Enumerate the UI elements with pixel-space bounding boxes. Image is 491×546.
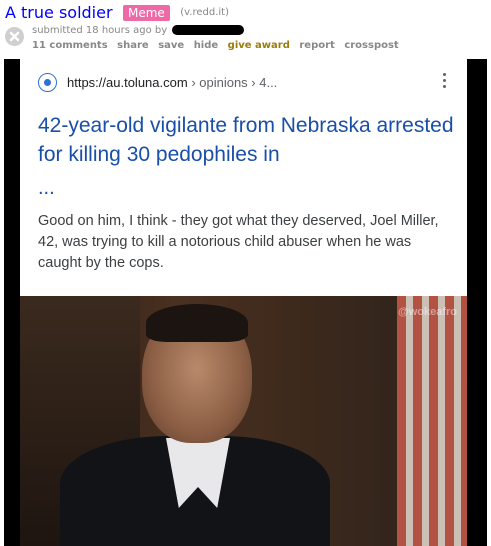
title-row: A true soldier Meme (v.redd.it) — [5, 3, 229, 22]
result-breadcrumbs: › opinions › 4... — [191, 74, 278, 90]
flair-badge[interactable]: Meme — [123, 4, 170, 21]
author-redacted — [172, 25, 245, 35]
result-url-host: https://au.toluna.com — [67, 74, 188, 90]
comments-button[interactable]: 11 comments — [32, 40, 108, 51]
tagline: submitted 18 hours ago by — [32, 25, 245, 36]
video-player[interactable]: https://au.toluna.com › opinions › 4... … — [4, 59, 487, 546]
background-flag — [397, 296, 467, 546]
close-icon[interactable] — [5, 27, 24, 46]
save-button[interactable]: save — [158, 40, 184, 51]
post-title-link[interactable]: A true soldier — [5, 3, 113, 22]
result-url-row: https://au.toluna.com › opinions › 4... — [38, 69, 277, 95]
video-frame-image: @wokeafro — [20, 296, 467, 546]
result-snippet: Good on him, I think - they got what the… — [38, 213, 439, 271]
watermark: @wokeafro — [397, 306, 457, 318]
give-award-button[interactable]: give award — [228, 40, 290, 51]
person-hair — [146, 304, 248, 342]
share-button[interactable]: share — [117, 40, 149, 51]
post-buttons: 11 comments share save hide give award r… — [32, 40, 405, 51]
domain-link[interactable]: (v.redd.it) — [180, 7, 229, 18]
tagline-text: submitted 18 hours ago by — [32, 25, 168, 36]
result-url: https://au.toluna.com › opinions › 4... — [67, 75, 277, 90]
site-favicon-icon — [38, 72, 57, 92]
result-headline: 42-year-old vigilante from Nebraska arre… — [38, 114, 454, 166]
close-icon-glyph — [9, 31, 20, 42]
result-ellipsis: ... — [38, 177, 55, 199]
crosspost-button[interactable]: crosspost — [344, 40, 398, 51]
hide-button[interactable]: hide — [194, 40, 219, 51]
report-button[interactable]: report — [299, 40, 334, 51]
more-options-icon — [443, 73, 447, 91]
search-result-card: https://au.toluna.com › opinions › 4... … — [20, 59, 467, 296]
post-header: A true soldier Meme (v.redd.it) submitte… — [0, 0, 491, 56]
